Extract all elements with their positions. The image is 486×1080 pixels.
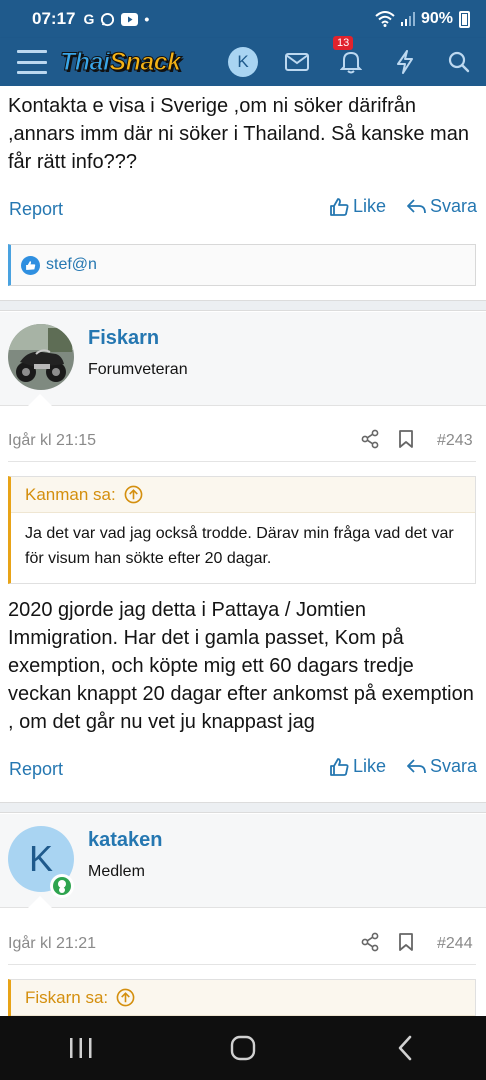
whatsapp-icon [101,12,115,26]
meta-divider [8,964,476,965]
quote-block: Kanman sa: Ja det var vad jag också trod… [8,476,476,584]
status-notification-icons: G • [83,11,149,27]
user-block-pointer [28,394,52,406]
like-button[interactable]: Like [329,756,386,777]
reply-icon [407,758,426,773]
quote-author: Fiskarn sa: [25,987,109,1007]
post-number[interactable]: #243 [437,432,473,450]
logo-part1: Thai [59,47,110,76]
post-meta: Igår kl 21:21 #244 [0,929,486,965]
battery-icon [459,10,470,28]
bookmark-icon[interactable] [398,932,414,957]
home-button[interactable] [213,1028,273,1068]
reply-button[interactable]: Svara [406,756,477,777]
bolt-icon [397,50,413,74]
report-link[interactable]: Report [9,759,63,780]
google-icon: G [83,11,95,27]
menu-icon[interactable] [17,50,47,74]
reactions-bar[interactable]: stef@n [8,244,476,286]
notification-badge: 13 [333,36,354,50]
envelope-icon [285,53,309,71]
youtube-icon [121,12,139,26]
quote-header[interactable]: Kanman sa: [11,477,475,513]
meta-divider [8,461,476,462]
author-name[interactable]: Fiskarn [88,327,159,350]
arrow-up-circle-icon [124,485,143,504]
logo-part2: Snack [109,47,182,76]
system-nav-bar [0,1016,486,1080]
like-button[interactable]: Like [329,196,386,217]
bell-icon [340,51,362,74]
thread-content: Kontakta e visa i Sverige ,om ni söker d… [0,86,486,1016]
share-icon[interactable] [360,429,380,454]
status-right: 90% [375,10,470,28]
arrow-up-circle-icon [116,988,135,1007]
reaction-users[interactable]: stef@n [46,256,97,274]
like-label: Like [353,756,387,776]
user-title: Medlem [88,863,145,880]
user-title: Forumveteran [88,361,188,378]
quote-block: Fiskarn sa: [8,979,476,1016]
search-button[interactable] [432,38,486,86]
app-header: ThaiSnack K 13 [0,36,486,86]
user-block-pointer [28,896,52,908]
avatar-letter: K [28,838,53,879]
post-actions: Report Like Svara [0,196,486,226]
thumbs-up-icon [330,757,349,776]
post-actions: Report Like Svara [0,756,486,786]
online-status-icon [50,874,74,898]
battery-text: 90% [420,10,453,27]
header-icons: K 13 [216,36,486,86]
recent-apps-button[interactable] [51,1028,111,1068]
reply-label: Svara [430,196,478,216]
thumbs-up-icon [330,197,349,216]
status-time: 07:17 [32,9,76,28]
alerts-button[interactable]: 13 [324,36,378,86]
quote-text: Ja det var vad jag också trodde. Därav m… [25,525,454,567]
like-reaction-icon [21,255,40,275]
site-logo[interactable]: ThaiSnack [59,47,182,77]
recent-apps-icon [70,1038,92,1058]
account-button[interactable]: K [216,38,270,86]
home-icon [230,1035,256,1061]
post-separator [0,802,486,813]
post-date[interactable]: Igår kl 21:15 [8,432,96,450]
post-body: Kontakta e visa i Sverige ,om ni söker d… [8,95,469,173]
reply-icon [407,198,426,213]
quote-header[interactable]: Fiskarn sa: [11,980,475,1016]
whats-new-button[interactable] [378,38,432,86]
search-icon [448,51,470,73]
account-avatar: K [228,47,258,77]
back-icon [398,1035,412,1061]
reply-button[interactable]: Svara [406,196,477,217]
post-number[interactable]: #244 [437,935,473,953]
report-link[interactable]: Report [9,199,63,220]
dot-icon: • [144,11,150,27]
post-meta: Igår kl 21:15 #243 [0,426,486,462]
reply-label: Svara [430,756,478,776]
post-date[interactable]: Igår kl 21:21 [8,935,96,953]
bookmark-icon[interactable] [398,429,414,454]
user-block: K kataken Medlem [0,814,486,908]
user-block: Fiskarn Forumveteran [0,312,486,406]
author-name[interactable]: kataken [88,829,163,852]
inbox-button[interactable] [270,38,324,86]
post-separator [0,300,486,311]
motorcycle-avatar-image [8,324,74,390]
share-icon[interactable] [360,932,380,957]
signal-icon [400,12,415,26]
like-label: Like [353,196,387,216]
quote-author: Kanman sa: [25,484,116,504]
wifi-icon [375,11,395,27]
post-body: 2020 gjorde jag detta i Pattaya / Jomtie… [8,599,474,733]
back-button[interactable] [375,1028,435,1068]
avatar[interactable] [8,324,74,390]
status-bar: 07:17 G • 90% [0,0,486,38]
